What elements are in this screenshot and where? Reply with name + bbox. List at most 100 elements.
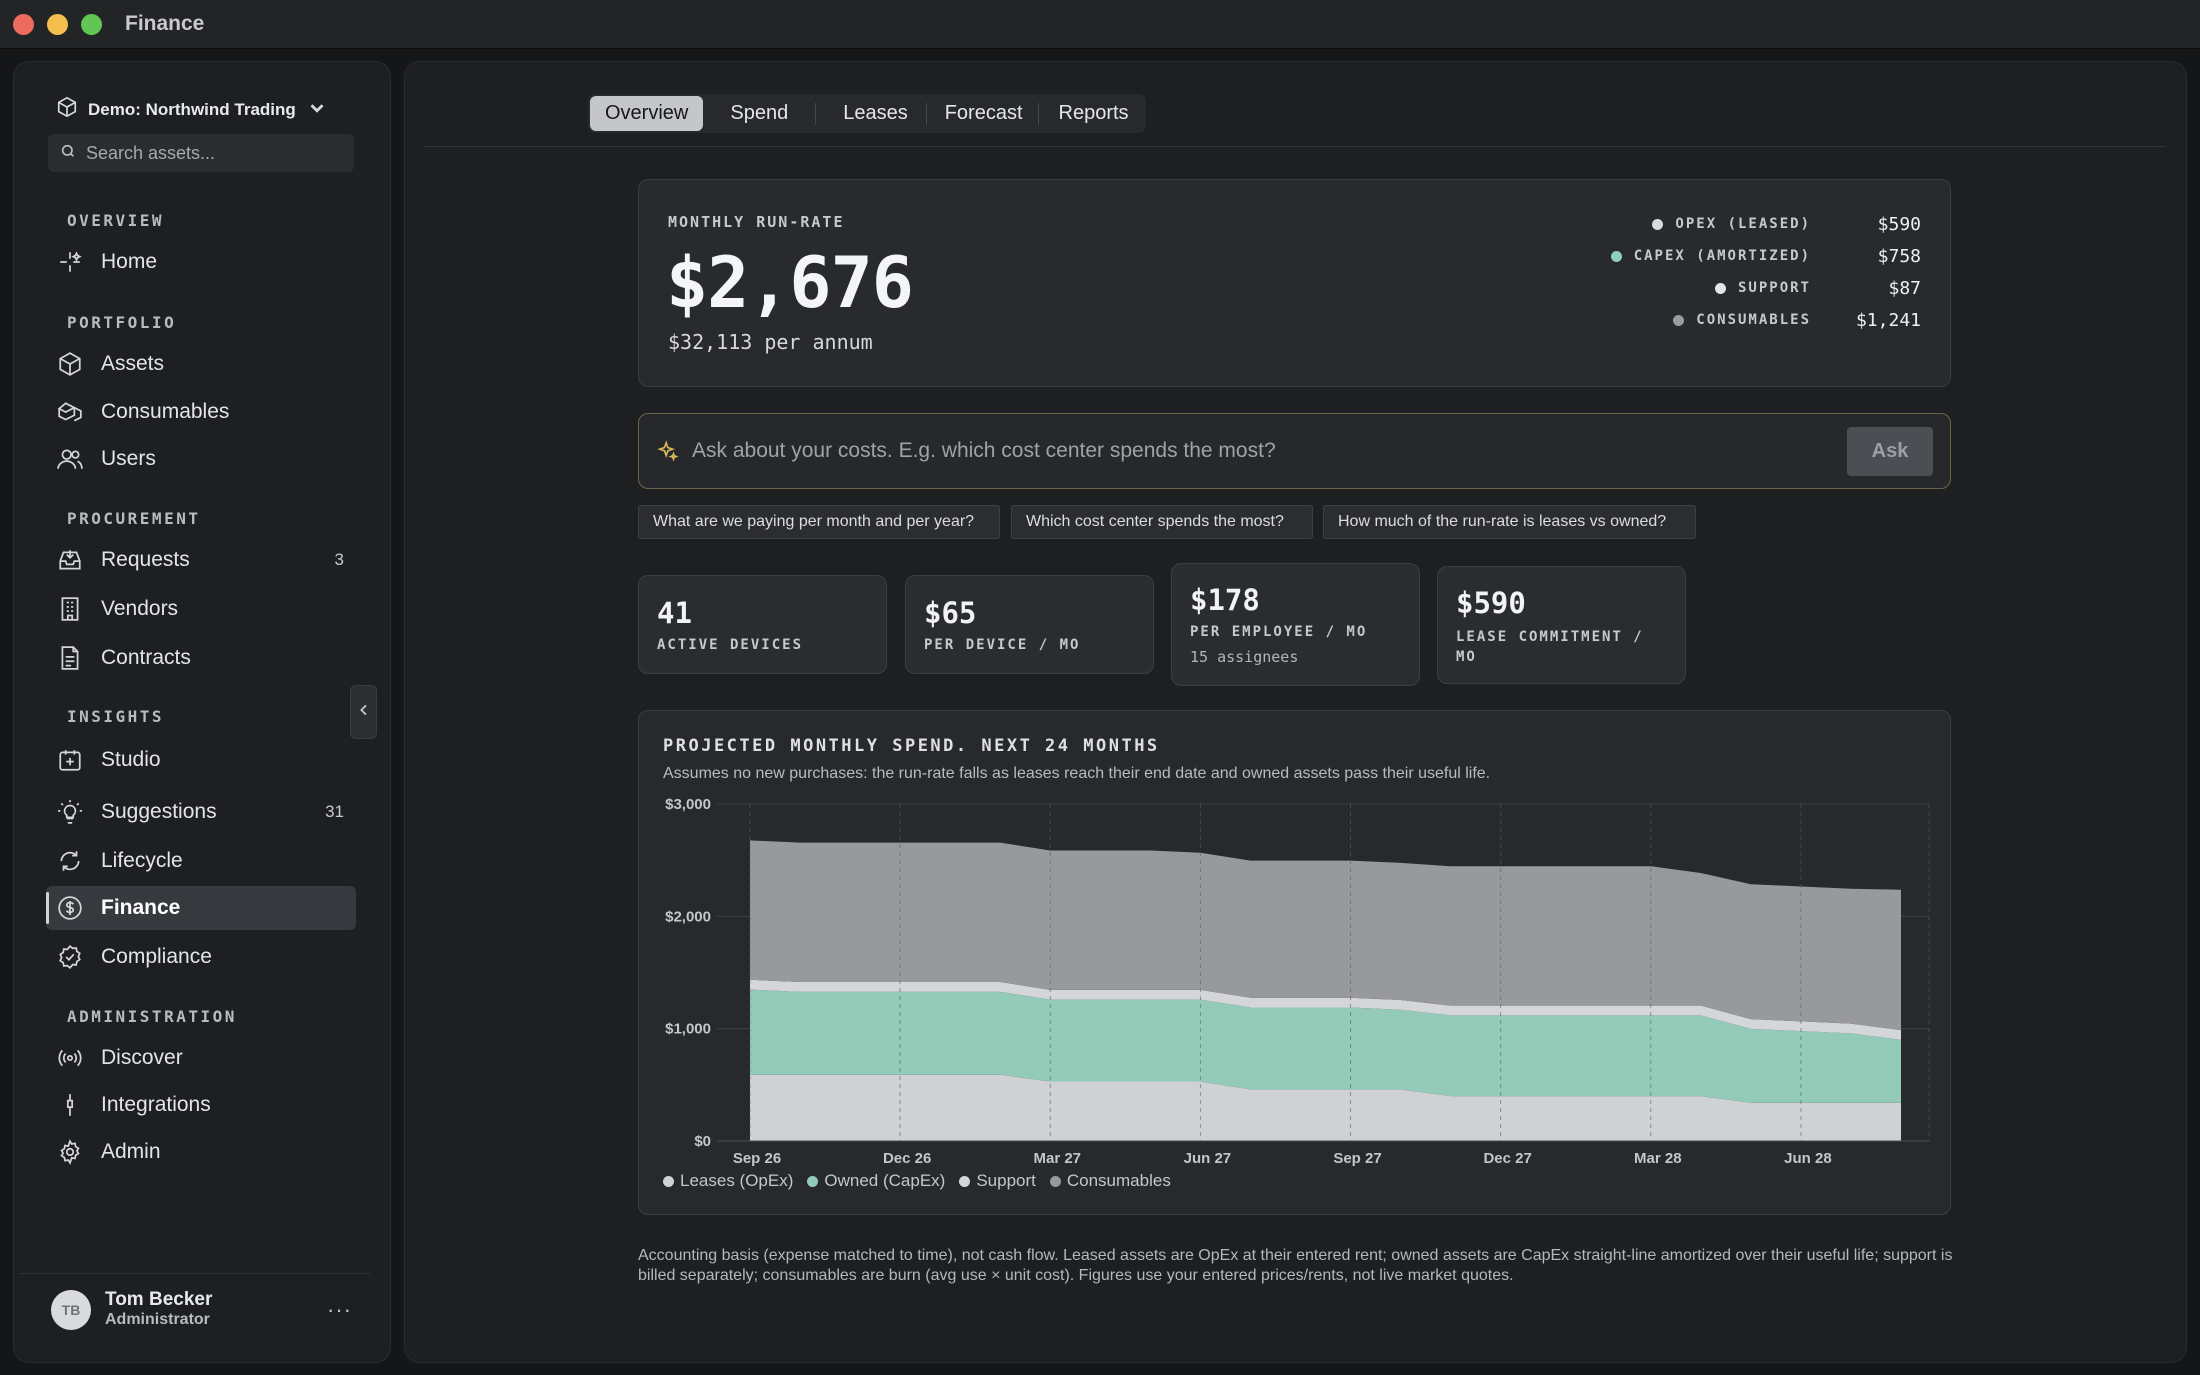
- cube-icon: [56, 96, 78, 123]
- sidebar-item-label: Admin: [101, 1140, 161, 1163]
- breakdown-value: $1,241: [1855, 309, 1921, 331]
- legend-label: Support: [976, 1171, 1036, 1190]
- ask-button[interactable]: Ask: [1847, 427, 1933, 476]
- sidebar-item-label: Home: [101, 250, 158, 273]
- plug-icon: [56, 1091, 84, 1119]
- dollar-circle-icon: [56, 894, 84, 922]
- stat-per-device: $65 PER DEVICE / MO: [905, 575, 1154, 674]
- x-tick-label: Mar 27: [1033, 1150, 1081, 1167]
- avatar[interactable]: TB: [51, 1290, 91, 1330]
- ask-bar: Ask: [638, 413, 1951, 489]
- sidebar-item-finance[interactable]: Finance: [46, 886, 356, 930]
- sidebar-item-label: Contracts: [101, 646, 191, 669]
- close-window-button[interactable]: [13, 13, 34, 35]
- sidebar-item-suggestions[interactable]: Suggestions 31: [46, 790, 356, 834]
- stat-label: ACTIVE DEVICES: [657, 637, 804, 653]
- legend-label: Consumables: [1066, 1171, 1171, 1190]
- tab-overview[interactable]: Overview: [590, 96, 704, 131]
- legend-item-owned: Owned (CapEx): [807, 1171, 945, 1191]
- suggestions-count-badge: 31: [325, 802, 344, 821]
- chart-legend: Leases (OpEx) Owned (CapEx) Support Cons…: [663, 1171, 1171, 1191]
- document-icon: [56, 644, 84, 672]
- sidebar-item-studio[interactable]: Studio: [46, 738, 356, 782]
- more-options-icon[interactable]: ···: [327, 1297, 352, 1323]
- sidebar-item-admin[interactable]: Admin: [46, 1130, 356, 1174]
- sidebar-item-requests[interactable]: Requests 3: [46, 538, 356, 582]
- breakdown-value: $87: [1888, 277, 1921, 299]
- legend-swatch: [807, 1175, 819, 1187]
- projected-spend-chart-card: PROJECTED MONTHLY SPEND. NEXT 24 MONTHS …: [638, 710, 1951, 1215]
- sidebar-item-label: Integrations: [101, 1093, 211, 1116]
- run-rate-amount: $2,676: [666, 242, 914, 324]
- tab-separator: [815, 102, 817, 125]
- tab-forecast[interactable]: Forecast: [930, 96, 1038, 131]
- stat-label: PER DEVICE / MO: [924, 637, 1081, 653]
- window-title: Finance: [125, 12, 205, 35]
- accounting-footnote: Accounting basis (expense matched to tim…: [638, 1247, 1953, 1284]
- sidebar-item-discover[interactable]: Discover: [46, 1036, 356, 1080]
- sidebar-item-users[interactable]: Users: [46, 437, 356, 481]
- section-procurement: PROCUREMENT: [67, 509, 201, 528]
- sidebar-item-contracts[interactable]: Contracts: [46, 636, 356, 680]
- user-role: Administrator: [105, 1311, 210, 1328]
- consumables-dot: [1673, 314, 1685, 326]
- tab-separator: [1037, 102, 1039, 125]
- breakdown-row-opex: OPEX (LEASED) $590: [1611, 208, 1921, 240]
- sidebar-item-vendors[interactable]: Vendors: [46, 587, 356, 631]
- support-dot: [1714, 282, 1726, 294]
- search-icon: [60, 143, 76, 164]
- stat-label: PER EMPLOYEE / MO: [1190, 624, 1368, 640]
- y-tick-label: $3,000: [665, 796, 711, 813]
- sidebar-item-assets[interactable]: Assets: [46, 342, 356, 386]
- sidebar-item-label: Vendors: [101, 597, 179, 620]
- sidebar-item-lifecycle[interactable]: Lifecycle: [46, 839, 356, 883]
- tab-spend[interactable]: Spend: [715, 96, 803, 131]
- legend-item-consumables: Consumables: [1049, 1171, 1171, 1191]
- chart-title: PROJECTED MONTHLY SPEND. NEXT 24 MONTHS: [663, 736, 1160, 756]
- suggestion-chip[interactable]: How much of the run-rate is leases vs ow…: [1323, 505, 1696, 539]
- sidebar-item-label: Discover: [101, 1046, 183, 1069]
- sidebar-item-label: Studio: [101, 748, 161, 771]
- breakdown-row-capex: CAPEX (AMORTIZED) $758: [1610, 240, 1921, 272]
- stat-value: 41: [657, 596, 692, 630]
- requests-count-badge: 3: [334, 550, 344, 569]
- refresh-icon: [56, 847, 84, 875]
- maximize-window-button[interactable]: [81, 13, 102, 35]
- legend-label: Owned (CapEx): [824, 1171, 946, 1190]
- x-tick-label: Jun 28: [1784, 1150, 1832, 1167]
- x-tick-label: Jun 27: [1184, 1150, 1232, 1167]
- sidebar-item-compliance[interactable]: Compliance: [46, 935, 356, 979]
- tab-separator: [925, 102, 927, 125]
- legend-swatch: [663, 1175, 674, 1187]
- minimize-window-button[interactable]: [47, 13, 68, 35]
- badge-check-icon: [56, 943, 84, 971]
- opex-dot: [1652, 218, 1664, 230]
- sidebar-item-label: Suggestions: [101, 800, 217, 823]
- x-tick-label: Sep 26: [733, 1150, 781, 1167]
- tab-leases[interactable]: Leases: [828, 96, 923, 131]
- legend-swatch: [959, 1175, 971, 1187]
- search-input[interactable]: [86, 142, 336, 164]
- sidebar-item-label: Lifecycle: [101, 849, 183, 872]
- suggestion-chip[interactable]: Which cost center spends the most?: [1011, 505, 1313, 539]
- projected-spend-chart: $0 $1,000 $2,000 $3,000 Sep 26 Dec 26 Mar 27 Ju…: [665, 796, 1930, 1167]
- divider: [424, 146, 2166, 147]
- legend-swatch: [1049, 1175, 1061, 1187]
- search-box[interactable]: [48, 134, 354, 172]
- suggestion-chip[interactable]: What are we paying per month and per yea…: [638, 505, 1000, 539]
- sidebar-item-consumables[interactable]: Consumables: [46, 390, 356, 434]
- ask-input[interactable]: [692, 436, 1852, 466]
- tab-bar: Overview Spend Leases Forecast Reports: [588, 94, 1146, 133]
- title-bar: Finance: [0, 0, 2200, 49]
- divider: [20, 1273, 370, 1274]
- breakdown-label: CAPEX (AMORTIZED): [1633, 248, 1811, 264]
- tab-reports[interactable]: Reports: [1044, 96, 1144, 131]
- collapse-sidebar-button[interactable]: [350, 685, 377, 739]
- studio-icon: [56, 746, 84, 774]
- sidebar-item-home[interactable]: Home: [46, 240, 356, 284]
- sidebar-item-integrations[interactable]: Integrations: [46, 1083, 356, 1127]
- legend-item-support: Support: [959, 1171, 1036, 1191]
- run-rate-card: MONTHLY RUN-RATE $2,676 $32,113 per annu…: [638, 179, 1951, 387]
- run-rate-annual: $32,113 per annum: [668, 330, 873, 354]
- org-switcher[interactable]: Demo: Northwind Trading: [56, 96, 328, 123]
